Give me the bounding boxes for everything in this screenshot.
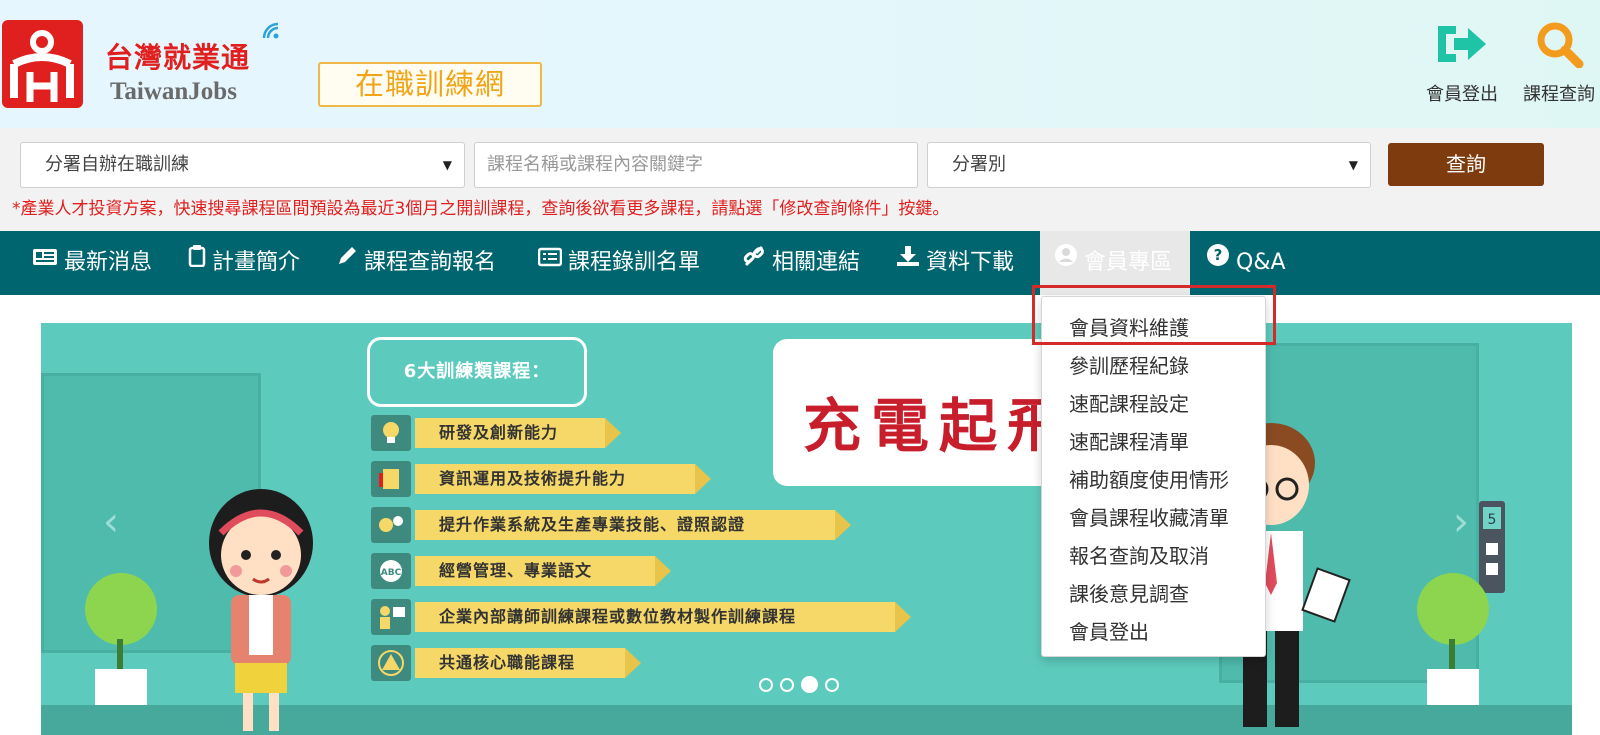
link-icon bbox=[742, 229, 766, 293]
menu-item-favorites[interactable]: 會員課程收藏清單 bbox=[1069, 502, 1229, 531]
logout-label: 會員登出 bbox=[1426, 84, 1498, 105]
course-label-6: 共通核心職能課程 bbox=[415, 648, 625, 678]
triangle-icon bbox=[371, 645, 411, 681]
brand-name-chinese: 台灣就業通 bbox=[105, 41, 251, 74]
gears-icon bbox=[371, 507, 411, 543]
list-icon bbox=[537, 229, 563, 293]
logout-icon bbox=[1438, 26, 1486, 62]
course-category-tag: 6大訓練類課程： bbox=[367, 337, 587, 407]
clipboard-icon bbox=[188, 229, 206, 293]
taiwanjobs-logo-icon[interactable] bbox=[2, 20, 83, 108]
teacher-icon bbox=[371, 599, 411, 635]
menu-item-registration-query[interactable]: 報名查詢及取消 bbox=[1069, 540, 1209, 569]
download-icon bbox=[896, 229, 920, 293]
nav-item-related-links[interactable]: 相關連結 bbox=[742, 231, 860, 295]
ribbon-tail bbox=[835, 510, 851, 540]
slogan-card: 充電起飛 bbox=[773, 339, 1083, 486]
main-nav: 最新消息 計畫簡介 課程查詢報名 課程錄訓名單 相關連結 資料下載 會員專區 ?… bbox=[0, 231, 1600, 295]
ribbon-tail bbox=[655, 556, 671, 586]
branch-select[interactable]: 分署別 ▼ bbox=[927, 142, 1371, 188]
nav-item-plan-intro[interactable]: 計畫簡介 bbox=[188, 231, 300, 295]
plant-right-illustration bbox=[1417, 573, 1489, 705]
carousel-next-icon[interactable]: › bbox=[1453, 499, 1469, 545]
nav-item-downloads[interactable]: 資料下載 bbox=[896, 231, 1014, 295]
carousel-dot-1[interactable] bbox=[759, 678, 773, 692]
site-header: 台灣就業通 TaiwanJobs 在職訓練網 會員登出 課程查詢 bbox=[0, 0, 1600, 128]
menu-item-logout[interactable]: 會員登出 bbox=[1069, 616, 1149, 645]
ribbon-tail bbox=[605, 418, 621, 448]
course-label-4: 經營管理、專業語文 bbox=[415, 556, 655, 586]
highlight-box bbox=[1032, 285, 1276, 345]
carousel-prev-icon[interactable]: ‹ bbox=[103, 499, 119, 545]
question-circle-icon: ? bbox=[1206, 229, 1230, 293]
menu-item-subsidy-usage[interactable]: 補助額度使用情形 bbox=[1069, 464, 1229, 493]
portal-name-badge[interactable]: 在職訓練網 bbox=[318, 62, 542, 107]
nav-item-admission-list[interactable]: 課程錄訓名單 bbox=[537, 229, 701, 295]
keyword-placeholder: 課程名稱或課程內容關鍵字 bbox=[487, 154, 703, 175]
nav-label-admission-list: 課程錄訓名單 bbox=[568, 250, 701, 275]
search-icon bbox=[1537, 22, 1584, 69]
nav-item-course-search[interactable]: 課程查詢報名 bbox=[336, 231, 496, 295]
signal-icon bbox=[262, 22, 280, 44]
news-icon bbox=[32, 229, 58, 293]
plant-left-illustration bbox=[85, 573, 157, 705]
abc-badge-text: ABC bbox=[381, 568, 402, 578]
svg-text:?: ? bbox=[1214, 246, 1223, 264]
member-area-dropdown: 會員資料維護 參訓歷程紀錄 速配課程設定 速配課程清單 補助額度使用情形 會員課… bbox=[1041, 296, 1266, 657]
user-circle-icon bbox=[1054, 229, 1078, 293]
carousel-dot-2[interactable] bbox=[780, 678, 794, 692]
query-button[interactable]: 查詢 bbox=[1388, 143, 1544, 186]
search-notice: *產業人才投資方案，快速搜尋課程區間預設為最近3個月之開訓課程，查詢後欲看更多課… bbox=[12, 199, 950, 219]
pencil-icon bbox=[336, 229, 358, 293]
course-label-2: 資訊運用及技術提升能力 bbox=[415, 464, 695, 494]
course-label-5: 企業內部講師訓練課程或數位教材製作訓練課程 bbox=[415, 602, 895, 632]
nav-label-plan-intro: 計畫簡介 bbox=[212, 250, 301, 275]
ribbon-tail bbox=[625, 648, 641, 678]
course-label-3: 提升作業系統及生產專業技能、證照認證 bbox=[415, 510, 835, 540]
nav-item-news[interactable]: 最新消息 bbox=[32, 231, 152, 295]
training-category-select[interactable]: 分署自辦在職訓練 ▼ bbox=[20, 142, 465, 188]
course-search-label: 課程查詢 bbox=[1523, 84, 1595, 105]
nav-label-course-search: 課程查詢報名 bbox=[364, 250, 497, 275]
ribbon-tail bbox=[695, 464, 711, 494]
menu-item-training-history[interactable]: 參訓歷程紀錄 bbox=[1069, 350, 1189, 379]
nav-label-downloads: 資料下載 bbox=[926, 250, 1015, 275]
slogan-text: 充電起飛 bbox=[803, 392, 1076, 460]
tools-icon bbox=[371, 461, 411, 497]
nav-label-related-links: 相關連結 bbox=[772, 250, 861, 275]
carousel-indicators bbox=[759, 675, 846, 696]
girl-character-illustration bbox=[209, 489, 313, 731]
menu-item-match-settings[interactable]: 速配課程設定 bbox=[1069, 388, 1189, 417]
search-bar: 分署自辦在職訓練 ▼ 課程名稱或課程內容關鍵字 分署別 ▼ 查詢 *產業人才投資… bbox=[0, 128, 1600, 231]
carousel-dot-3-active[interactable] bbox=[801, 676, 818, 693]
ribbon-tail bbox=[895, 602, 911, 632]
nav-label-qa: Q&A bbox=[1236, 250, 1286, 275]
branch-value: 分署別 bbox=[952, 154, 1006, 175]
dropdown-arrow-icon: ▼ bbox=[442, 158, 452, 172]
course-search-button[interactable]: 課程查詢 bbox=[1514, 20, 1600, 106]
promo-banner[interactable]: 6大訓練類課程： 充電起飛 研發及創新能力 資訊運用及技術提升能力 提升作業系統… bbox=[41, 323, 1572, 735]
nav-label-member-area: 會員專區 bbox=[1084, 250, 1173, 275]
member-logout-button[interactable]: 會員登出 bbox=[1416, 20, 1508, 106]
training-category-value: 分署自辦在職訓練 bbox=[45, 154, 189, 175]
menu-item-survey[interactable]: 課後意見調查 bbox=[1069, 578, 1189, 607]
abc-icon: ABC bbox=[371, 553, 411, 589]
dropdown-arrow-icon: ▼ bbox=[1348, 158, 1358, 172]
carousel-dot-4[interactable] bbox=[825, 678, 839, 692]
lightbulb-icon bbox=[371, 415, 411, 451]
course-label-1: 研發及創新能力 bbox=[415, 418, 605, 448]
keyword-input[interactable]: 課程名稱或課程內容關鍵字 bbox=[474, 142, 918, 188]
elevator-floor-number: 5 bbox=[1488, 512, 1497, 528]
nav-label-news: 最新消息 bbox=[64, 250, 153, 275]
brand-name-english: TaiwanJobs bbox=[110, 78, 237, 105]
menu-item-match-list[interactable]: 速配課程清單 bbox=[1069, 426, 1189, 455]
